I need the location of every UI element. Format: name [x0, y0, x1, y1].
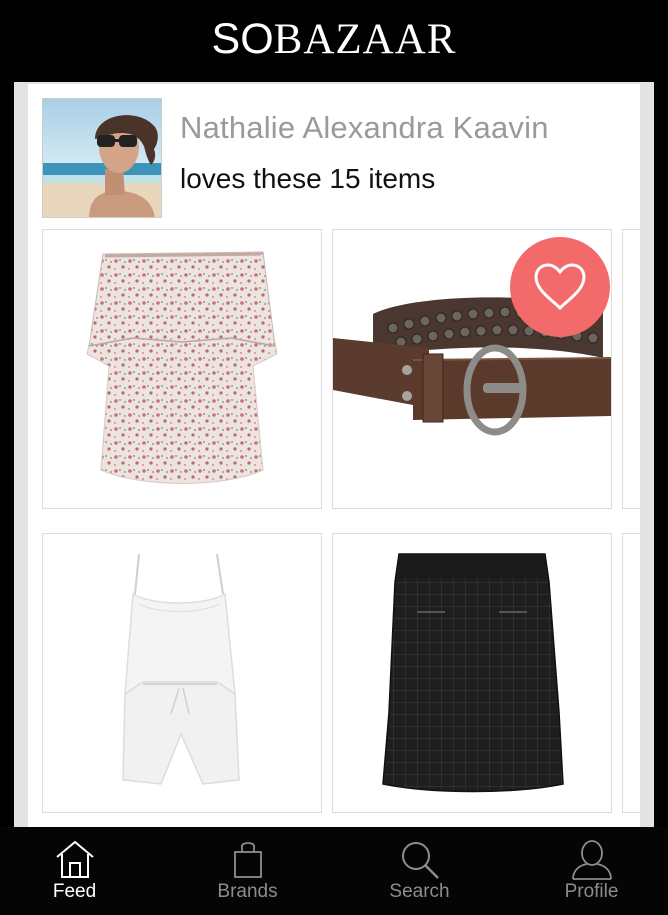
tab-brands[interactable]: Brands [164, 827, 331, 915]
tab-feed-label: Feed [52, 881, 97, 902]
floral-top-image [86, 251, 278, 484]
tab-search[interactable]: Search [336, 827, 503, 915]
product-tile-peek[interactable] [622, 229, 640, 509]
white-playsuit-image [122, 553, 240, 785]
tab-search-label: Search [389, 881, 450, 902]
person-icon [571, 840, 612, 880]
product-tile-white-playsuit[interactable] [42, 533, 322, 813]
app-logo: SOBAZAAR [211, 15, 457, 63]
user-subtitle: loves these 15 items [180, 163, 436, 194]
user-name[interactable]: Nathalie Alexandra Kaavin [180, 110, 549, 146]
bottom-tab-bar: Feed Brands Search Profile [0, 827, 668, 915]
shopping-bag-icon [233, 842, 262, 878]
tab-profile-label: Profile [564, 881, 619, 902]
avatar[interactable] [42, 98, 162, 218]
feed-list[interactable]: Nathalie Alexandra Kaavin loves these 15… [14, 82, 654, 827]
search-icon [401, 842, 439, 879]
home-icon [55, 840, 94, 878]
app-header: SOBAZAAR [0, 0, 668, 82]
tab-profile[interactable]: Profile [508, 827, 668, 915]
quilted-skirt-image [382, 553, 564, 793]
tab-feed[interactable]: Feed [0, 827, 158, 915]
feed-card: Nathalie Alexandra Kaavin loves these 15… [28, 84, 640, 827]
user-header[interactable]: Nathalie Alexandra Kaavin loves these 15… [28, 84, 640, 224]
scroll-gutter [640, 82, 654, 827]
product-tile-quilted-skirt[interactable] [332, 533, 612, 813]
heart-icon [534, 263, 586, 311]
product-tile-peek[interactable] [622, 533, 640, 813]
like-button[interactable] [510, 237, 610, 337]
tab-brands-label: Brands [217, 881, 278, 902]
product-tile-floral-top[interactable] [42, 229, 322, 509]
